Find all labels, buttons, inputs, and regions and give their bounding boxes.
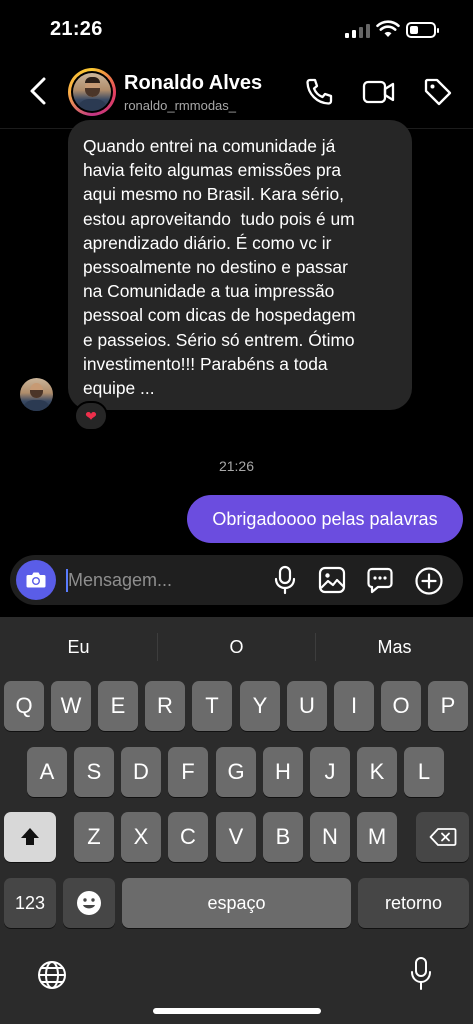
shift-icon: [21, 828, 39, 845]
key-t[interactable]: T: [192, 681, 232, 731]
key-y[interactable]: Y: [240, 681, 280, 731]
key-c[interactable]: C: [168, 812, 208, 862]
microphone-icon[interactable]: [273, 565, 297, 595]
numbers-key[interactable]: 123: [4, 878, 56, 928]
message-line: pessoal com dicas de hospedagem: [83, 305, 356, 326]
key-k[interactable]: K: [357, 747, 397, 797]
emoji-key[interactable]: [63, 878, 115, 928]
video-icon[interactable]: [362, 78, 396, 106]
message-timestamp: 21:26: [218, 458, 255, 474]
key-z[interactable]: Z: [74, 812, 114, 862]
dictation-microphone-icon[interactable]: [409, 956, 433, 992]
key-v[interactable]: V: [216, 812, 256, 862]
contact-name[interactable]: Ronaldo Alves: [124, 72, 262, 95]
message-line: equipe ...: [83, 378, 155, 399]
key-n[interactable]: N: [310, 812, 350, 862]
key-o[interactable]: O: [381, 681, 421, 731]
camera-button[interactable]: [16, 560, 56, 600]
emoji-icon: [77, 891, 101, 915]
key-s[interactable]: S: [74, 747, 114, 797]
message-line: aprendizado diário. É como vc ir: [83, 232, 332, 253]
plus-icon[interactable]: [414, 566, 444, 596]
key-j[interactable]: J: [310, 747, 350, 797]
key-b[interactable]: B: [263, 812, 303, 862]
key-u[interactable]: U: [287, 681, 327, 731]
key-g[interactable]: G: [216, 747, 256, 797]
key-l[interactable]: L: [404, 747, 444, 797]
message-input[interactable]: [68, 567, 258, 593]
gallery-icon[interactable]: [318, 566, 346, 594]
delete-icon: [429, 828, 456, 846]
shift-key[interactable]: [4, 812, 56, 862]
signal-icon: [345, 24, 371, 38]
phone-icon[interactable]: [303, 76, 335, 108]
key-p[interactable]: P: [428, 681, 468, 731]
suggestion-1[interactable]: Eu: [0, 637, 157, 658]
key-r[interactable]: R: [145, 681, 185, 731]
camera-icon: [26, 572, 46, 588]
globe-icon[interactable]: [36, 959, 68, 991]
heart-reaction[interactable]: ❤: [74, 401, 108, 431]
message-line: e passeios. Sério só entrem. Ótimo: [83, 329, 355, 350]
suggestion-3[interactable]: Mas: [316, 637, 473, 658]
message-line: Quando entrei na comunidade já: [83, 136, 336, 156]
key-h[interactable]: H: [263, 747, 303, 797]
space-key[interactable]: espaço: [122, 878, 351, 928]
status-time: 21:26: [50, 18, 103, 40]
message-line: havia feito algumas emissões pra: [83, 160, 342, 181]
avatar[interactable]: [68, 68, 116, 116]
back-icon[interactable]: [26, 76, 50, 106]
wifi-icon: [376, 20, 400, 37]
tag-icon[interactable]: [422, 76, 454, 108]
incoming-message[interactable]: Quando entrei na comunidade já havia fei…: [68, 120, 412, 410]
key-d[interactable]: D: [121, 747, 161, 797]
message-line: aqui mesmo no Brasil. Kara sério,: [83, 184, 344, 205]
battery-icon: [406, 22, 439, 38]
home-indicator: [153, 1008, 321, 1014]
key-e[interactable]: E: [98, 681, 138, 731]
outgoing-message[interactable]: Obrigadoooo pelas palavras: [187, 495, 463, 543]
return-key[interactable]: retorno: [358, 878, 469, 928]
message-line: na Comunidade a tua impressão: [83, 281, 335, 302]
sticker-icon[interactable]: [366, 566, 394, 594]
message-line: investimento!!! Parabéns a toda: [83, 353, 328, 374]
key-m[interactable]: M: [357, 812, 397, 862]
key-w[interactable]: W: [51, 681, 91, 731]
contact-username[interactable]: ronaldo_rmmodas_: [124, 98, 236, 113]
message-line: pessoalmente no destino e passar: [83, 257, 348, 278]
message-line: estou aproveitando tudo pois é um: [83, 208, 355, 229]
keyboard: Eu O Mas Q W E R T Y U I O P A S D F G H…: [0, 617, 473, 1024]
sender-avatar[interactable]: [20, 378, 53, 411]
key-a[interactable]: A: [27, 747, 67, 797]
delete-key[interactable]: [416, 812, 469, 862]
suggestion-2[interactable]: O: [158, 637, 315, 658]
key-f[interactable]: F: [168, 747, 208, 797]
key-q[interactable]: Q: [4, 681, 44, 731]
key-x[interactable]: X: [121, 812, 161, 862]
key-i[interactable]: I: [334, 681, 374, 731]
